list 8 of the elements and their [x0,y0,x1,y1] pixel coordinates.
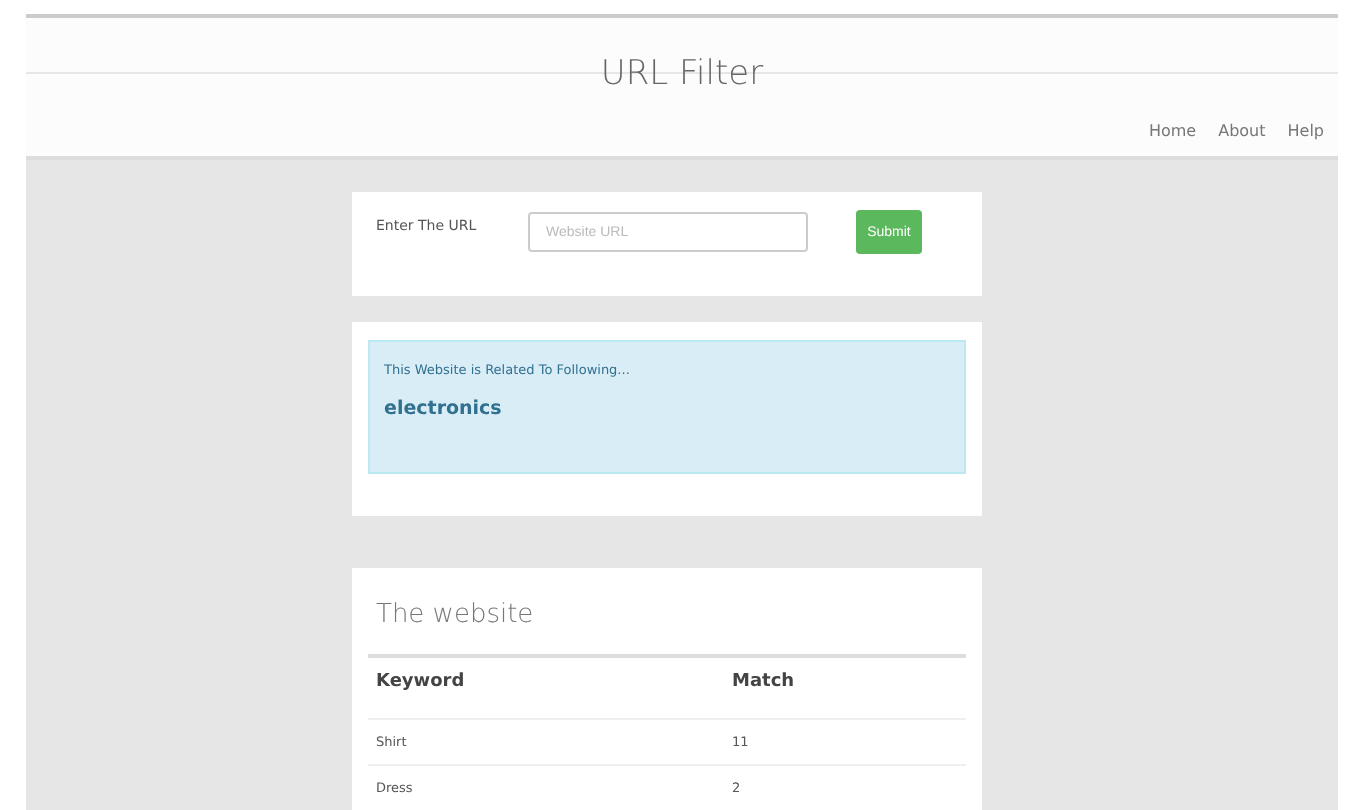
nav-link[interactable]: About [1218,122,1266,140]
category-text: electronics [384,398,504,420]
nav-link[interactable]: Home [1148,122,1197,140]
nav-link[interactable]: Help [1287,122,1324,140]
table-title: The website [376,600,536,630]
page-title: URL Filter [600,54,764,94]
column-header: Keyword [368,656,724,719]
column-header: Match [724,656,966,719]
